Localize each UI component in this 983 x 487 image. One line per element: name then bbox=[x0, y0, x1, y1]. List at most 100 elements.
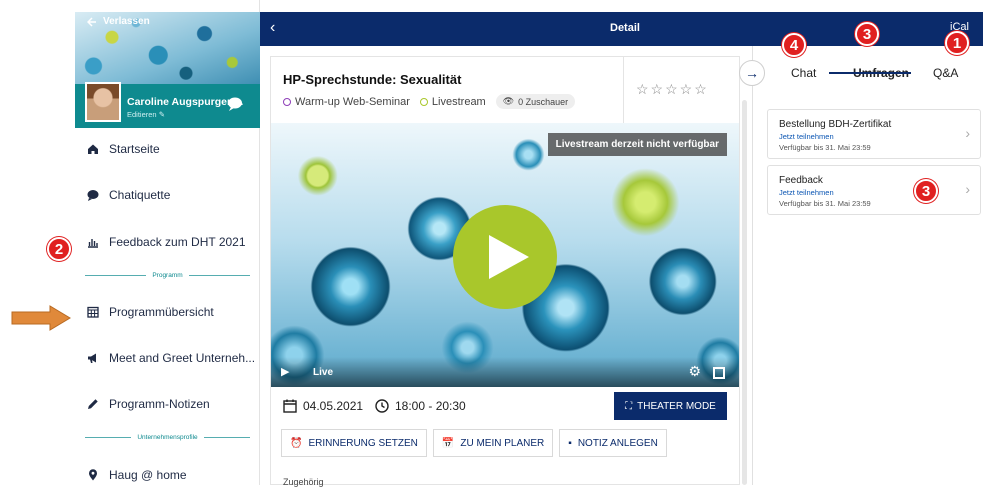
sidebar: Verlassen Caroline Augspurger-... Editie… bbox=[75, 0, 260, 485]
theater-mode-label: THEATER MODE bbox=[637, 400, 716, 412]
survey-title: Bestellung BDH-Zertifikat bbox=[779, 119, 892, 130]
event-actions: ⏰ ERINNERUNG SETZEN 📅 ZU MEIN PLANER ▪ NOTI… bbox=[281, 429, 667, 457]
tag-label: Livestream bbox=[431, 95, 486, 108]
set-reminder-button[interactable]: ⏰ ERINNERUNG SETZEN bbox=[281, 429, 427, 457]
create-note-button[interactable]: ▪ NOTIZ ANLEGEN bbox=[559, 429, 667, 457]
star-rating[interactable]: ☆☆☆☆☆ bbox=[636, 81, 709, 98]
related-heading: Zugehörig bbox=[283, 477, 324, 487]
avatar bbox=[85, 82, 121, 122]
chevron-right-icon: › bbox=[965, 181, 970, 197]
note-icon: ▪ bbox=[568, 437, 572, 449]
planner-label: ZU MEIN PLANER bbox=[460, 437, 545, 449]
sidebar-item-chatiquette[interactable]: Chatiquette bbox=[87, 188, 170, 202]
sidebar-item-label: Programmübersicht bbox=[109, 305, 214, 319]
stream-status-banner: Livestream derzeit nicht verfügbar bbox=[547, 133, 727, 156]
sidebar-hero-image: Verlassen bbox=[75, 12, 260, 84]
bar-chart-icon bbox=[88, 239, 98, 248]
tag-label: Warm-up Web-Seminar bbox=[295, 95, 410, 108]
sidebar-item-programm-notizen[interactable]: Programm-Notizen bbox=[87, 397, 210, 411]
annotation-badge-3-survey: 3 bbox=[914, 179, 938, 203]
sidebar-item-feedback[interactable]: Feedback zum DHT 2021 bbox=[87, 235, 246, 249]
sidebar-item-meet-and-greet[interactable]: Meet and Greet Unterneh... bbox=[87, 351, 255, 365]
chevron-right-icon: › bbox=[965, 125, 970, 141]
sidebar-item-label: Startseite bbox=[109, 142, 160, 156]
event-title: HP-Sprechstunde: Sexualität bbox=[283, 72, 462, 87]
header-divider bbox=[623, 57, 624, 123]
user-name: Caroline Augspurger-... bbox=[127, 96, 244, 108]
event-time: 18:00 - 20:30 bbox=[375, 399, 466, 413]
play-button[interactable] bbox=[453, 205, 557, 309]
panel-tabs: Chat Umfragen Q&A bbox=[771, 66, 981, 92]
edit-label: Editieren bbox=[127, 110, 157, 119]
sidebar-item-label: Feedback zum DHT 2021 bbox=[109, 235, 246, 249]
chat-bubble-icon bbox=[87, 190, 99, 201]
survey-join-link[interactable]: Jetzt teilnehmen bbox=[779, 132, 834, 141]
orange-arrow-icon bbox=[11, 305, 71, 331]
annotation-badge-2: 2 bbox=[47, 237, 71, 261]
play-small-icon[interactable]: ▶ bbox=[281, 365, 289, 378]
calendar-icon bbox=[283, 399, 297, 413]
arrow-left-icon bbox=[87, 16, 96, 27]
gear-icon[interactable]: ⚙ bbox=[688, 363, 701, 380]
clock-icon bbox=[375, 399, 389, 413]
sidebar-item-startseite[interactable]: Startseite bbox=[87, 142, 160, 156]
annotation-badge-1: 1 bbox=[945, 31, 969, 55]
viewer-count: 0 Zuschauer bbox=[518, 96, 569, 107]
survey-join-link[interactable]: Jetzt teilnehmen bbox=[779, 188, 834, 197]
play-icon bbox=[489, 235, 529, 279]
tag-livestream: Livestream bbox=[419, 95, 486, 108]
sidebar-item-label: Meet and Greet Unterneh... bbox=[109, 351, 256, 365]
calendar-add-icon: 📅 bbox=[441, 437, 455, 449]
reminder-label: ERINNERUNG SETZEN bbox=[308, 437, 418, 449]
leave-button[interactable]: Verlassen bbox=[87, 16, 150, 27]
calendar-grid-icon bbox=[87, 306, 99, 318]
section-divider-companies: Unternehmensprofile bbox=[85, 434, 250, 441]
active-tab-indicator bbox=[829, 72, 911, 74]
survey-item[interactable]: Bestellung BDH-Zertifikat Jetzt teilnehm… bbox=[767, 109, 981, 159]
user-profile[interactable]: Caroline Augspurger-... Editieren ✎ bbox=[75, 82, 260, 128]
sidebar-item-label: Haug @ home bbox=[109, 468, 187, 482]
survey-item[interactable]: Feedback Jetzt teilnehmen Verfügbar bis … bbox=[767, 165, 981, 215]
section-divider-program: Programm bbox=[85, 272, 250, 279]
sidebar-item-label: Chatiquette bbox=[109, 188, 171, 202]
video-player[interactable]: Livestream derzeit nicht verfügbar ▶ Liv… bbox=[271, 123, 739, 387]
theater-mode-button[interactable]: ⛶ THEATER MODE bbox=[614, 392, 727, 420]
viewer-count-badge: 👁 0 Zuschauer bbox=[495, 94, 576, 109]
time-text: 18:00 - 20:30 bbox=[395, 399, 466, 413]
page-title: Detail bbox=[610, 22, 640, 34]
annotation-badge-4: 4 bbox=[782, 33, 806, 57]
live-indicator: Live bbox=[313, 367, 334, 378]
edit-profile-link[interactable]: Editieren ✎ bbox=[127, 110, 165, 119]
event-date: 04.05.2021 bbox=[283, 399, 363, 413]
purple-ring-icon bbox=[283, 97, 291, 106]
back-chevron-icon[interactable]: ‹ bbox=[270, 19, 275, 37]
tab-qa[interactable]: Q&A bbox=[933, 66, 958, 80]
arrow-right-icon: → bbox=[745, 65, 759, 81]
side-panel: → Chat Umfragen Q&A Bestellung BDH-Zerti… bbox=[739, 46, 983, 485]
fullscreen-icon[interactable] bbox=[713, 367, 725, 379]
home-icon bbox=[88, 144, 98, 154]
tab-chat[interactable]: Chat bbox=[791, 66, 816, 80]
pencil-icon bbox=[88, 399, 98, 409]
sidebar-item-programmuebersicht[interactable]: Programmübersicht bbox=[87, 305, 214, 319]
event-card: HP-Sprechstunde: Sexualität Warm-up Web-… bbox=[270, 56, 740, 487]
section-label: Programm bbox=[152, 272, 183, 279]
collapse-panel-button[interactable]: → bbox=[739, 60, 765, 86]
sidebar-item-label: Programm-Notizen bbox=[109, 397, 210, 411]
date-text: 04.05.2021 bbox=[303, 399, 364, 413]
sidebar-item-haug-at-home[interactable]: Haug @ home bbox=[87, 468, 187, 482]
alarm-clock-icon: ⏰ bbox=[290, 437, 303, 449]
content-scrollbar[interactable] bbox=[742, 100, 747, 485]
expand-icon: ⛶ bbox=[625, 400, 633, 412]
survey-deadline: Verfügbar bis 31. Mai 23:59 bbox=[779, 143, 871, 152]
location-pin-icon bbox=[89, 469, 97, 481]
leave-label: Verlassen bbox=[103, 16, 150, 27]
survey-title: Feedback bbox=[779, 175, 823, 186]
chat-bubbles-icon[interactable] bbox=[227, 96, 245, 112]
note-label: NOTIZ ANLEGEN bbox=[577, 437, 658, 449]
green-ring-icon bbox=[419, 97, 428, 106]
section-label: Unternehmensprofile bbox=[137, 434, 198, 441]
add-to-planner-button[interactable]: 📅 ZU MEIN PLANER bbox=[432, 429, 554, 457]
annotation-badge-3-tab: 3 bbox=[855, 22, 879, 46]
video-controls bbox=[271, 357, 739, 387]
